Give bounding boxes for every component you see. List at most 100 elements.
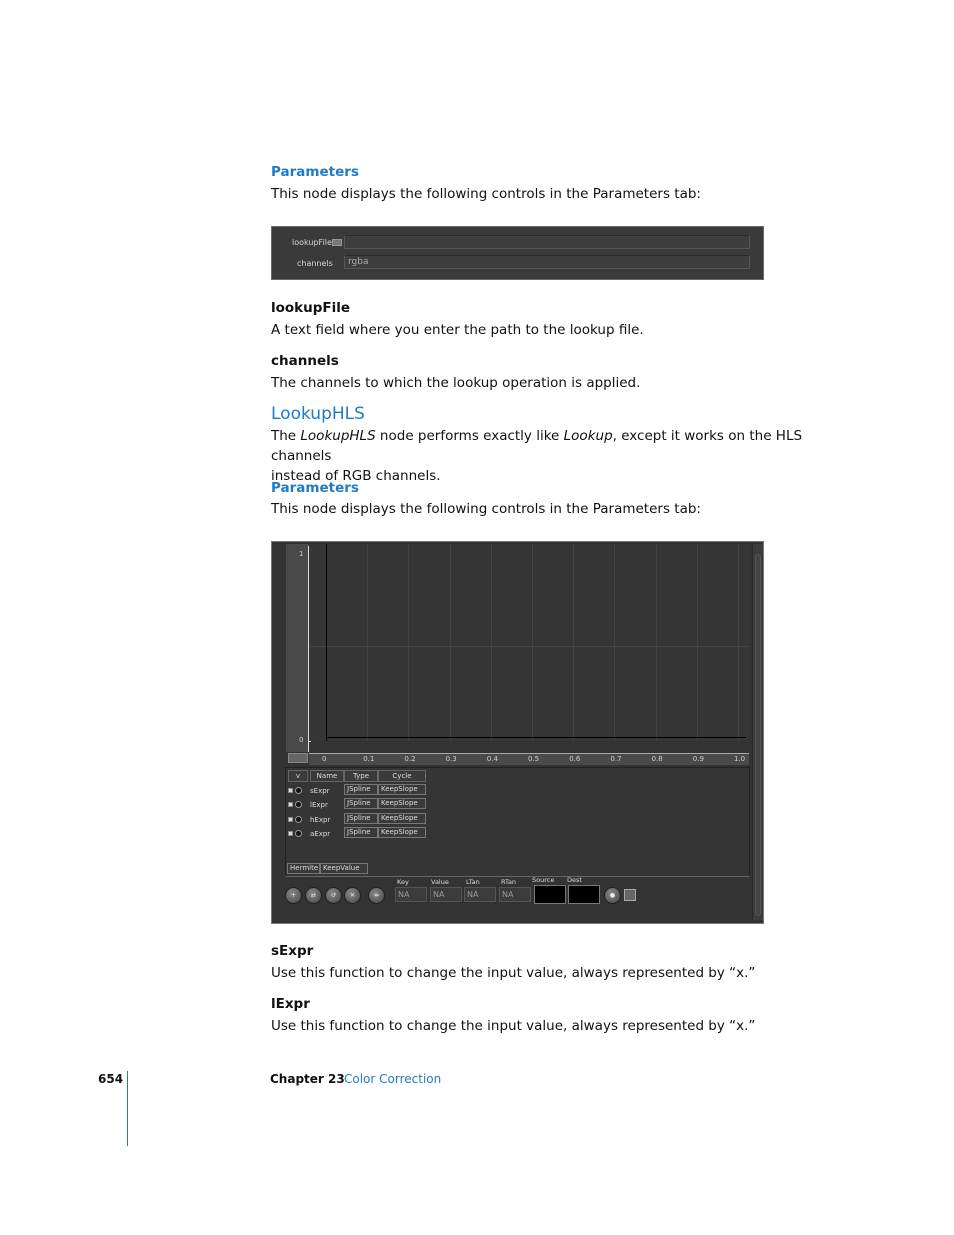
desc-text: The: [271, 428, 301, 444]
visibility-toggle[interactable]: [295, 801, 302, 808]
curve-name: hExpr: [310, 816, 331, 824]
y-tick-label: 1: [299, 550, 304, 558]
curve-cycle[interactable]: KeepSlope: [378, 827, 426, 838]
grid-line: [309, 646, 749, 647]
param-name: lExpr: [271, 996, 310, 1012]
parameters-intro: This node displays the following control…: [271, 186, 701, 202]
folder-icon[interactable]: [332, 239, 342, 246]
grid-line: [490, 544, 492, 741]
expand-icon[interactable]: [288, 831, 293, 836]
parameters-intro: This node displays the following control…: [271, 501, 701, 517]
param-name: sExpr: [271, 943, 314, 959]
param-name: channels: [271, 353, 339, 369]
baseline: [326, 737, 746, 738]
grid-line: [614, 544, 616, 741]
curve-type[interactable]: JSpline: [344, 784, 378, 795]
dest-label: Dest: [567, 876, 582, 884]
key-label: Key: [397, 878, 409, 886]
x-tick-label: 0.9: [692, 755, 704, 763]
expand-icon[interactable]: [288, 802, 293, 807]
bound-icon[interactable]: ⇄: [305, 887, 322, 904]
visibility-toggle[interactable]: [295, 787, 302, 794]
grid-line: [449, 544, 451, 741]
lookuphls-description: The LookupHLS node performs exactly like…: [271, 426, 851, 486]
curve-type[interactable]: JSpline: [344, 827, 378, 838]
desc-emphasis: LookupHLS: [300, 428, 376, 444]
curve-plot-area[interactable]: [309, 544, 749, 741]
lookuphls-title: LookupHLS: [271, 404, 365, 424]
x-axis: 0 0.1 0.2 0.3 0.4 0.5 0.6 0.7 0.8 0.9 1.0: [309, 753, 749, 765]
default-type-field[interactable]: Hermite: [287, 863, 320, 874]
frame-icon[interactable]: [624, 889, 636, 901]
current-frame-line: [326, 544, 327, 741]
param-desc: A text field where you enter the path to…: [271, 322, 644, 338]
value-label: Value: [431, 878, 449, 886]
x-tick-label: 0.5: [528, 755, 540, 763]
channels-label: channels: [297, 259, 333, 268]
lock-icon[interactable]: ●: [604, 887, 621, 904]
param-desc: Use this function to change the input va…: [271, 1018, 756, 1034]
column-visible[interactable]: v: [288, 770, 308, 782]
parameters-heading: Parameters: [271, 164, 359, 180]
grid-line: [408, 544, 410, 741]
x-tick-label: 0.6: [569, 755, 581, 763]
grid-line: [738, 544, 739, 741]
default-cycle-field[interactable]: KeepValue: [320, 863, 368, 874]
x-tick-label: 0.8: [651, 755, 663, 763]
y-tick: [308, 741, 311, 742]
x-tick-label: 0.4: [486, 755, 498, 763]
expand-icon[interactable]: [288, 817, 293, 822]
visibility-toggle[interactable]: [295, 816, 302, 823]
value-field[interactable]: NA: [430, 887, 462, 902]
curve-editor-panel: 1 0 0 0.1 0.2 0.3 0.4 0.5 0.6 0.7 0.8 0.9 1.0 v Na…: [271, 541, 764, 924]
dest-swatch[interactable]: [568, 885, 600, 904]
curve-name: aExpr: [310, 830, 331, 838]
curve-cycle[interactable]: KeepSlope: [378, 813, 426, 824]
param-name: lookupFile: [271, 300, 351, 316]
grid-line: [367, 544, 369, 741]
lookupfile-input[interactable]: [344, 235, 750, 249]
source-swatch[interactable]: [534, 885, 566, 904]
visibility-toggle[interactable]: [295, 830, 302, 837]
x-tick-label: 1.0: [734, 755, 746, 763]
curve-name: sExpr: [310, 787, 330, 795]
parameters-heading: Parameters: [271, 480, 359, 496]
curve-list: v Name Type Cycle sExpr JSpline KeepSlop…: [285, 767, 750, 877]
settings-icon[interactable]: [288, 753, 308, 763]
param-desc: The channels to which the lookup operati…: [271, 375, 641, 391]
y-axis: 1 0: [286, 544, 311, 752]
x-tick-label: 0.2: [404, 755, 416, 763]
curve-type[interactable]: JSpline: [344, 813, 378, 824]
param-desc: Use this function to change the input va…: [271, 965, 756, 981]
source-label: Source: [532, 876, 555, 884]
column-type[interactable]: Type: [344, 770, 378, 782]
grid-line: [655, 544, 657, 741]
fit-curves-icon[interactable]: ✕: [344, 887, 361, 904]
curve-type[interactable]: JSpline: [344, 798, 378, 809]
desc-text: node performs exactly like: [375, 428, 564, 444]
lookup-parameters-panel: lookupFile channels rgba: [271, 226, 764, 280]
snap-icon[interactable]: ⇹: [368, 887, 385, 904]
expand-icon[interactable]: [288, 788, 293, 793]
rtan-label: RTan: [501, 878, 517, 886]
scroll-thumb[interactable]: [755, 554, 761, 916]
chapter-label: Chapter 23: [270, 1072, 345, 1086]
x-tick-label: 0.7: [610, 755, 622, 763]
reset-icon[interactable]: ↺: [325, 887, 342, 904]
curve-cycle[interactable]: KeepSlope: [378, 798, 426, 809]
ltan-field[interactable]: NA: [464, 887, 496, 902]
home-view-icon[interactable]: +: [285, 887, 302, 904]
key-field[interactable]: NA: [395, 887, 427, 902]
column-cycle[interactable]: Cycle: [378, 770, 426, 782]
curve-cycle[interactable]: KeepSlope: [378, 784, 426, 795]
desc-emphasis: Lookup: [563, 428, 613, 444]
grid-line: [696, 544, 698, 741]
channels-input[interactable]: rgba: [344, 255, 750, 269]
scrollbar[interactable]: [752, 544, 763, 920]
column-name[interactable]: Name: [310, 770, 344, 782]
rtan-field[interactable]: NA: [499, 887, 531, 902]
page-number: 654: [98, 1072, 124, 1086]
grid-line: [573, 544, 575, 741]
x-tick-label: 0.3: [445, 755, 457, 763]
y-tick-label: 0: [299, 736, 304, 744]
